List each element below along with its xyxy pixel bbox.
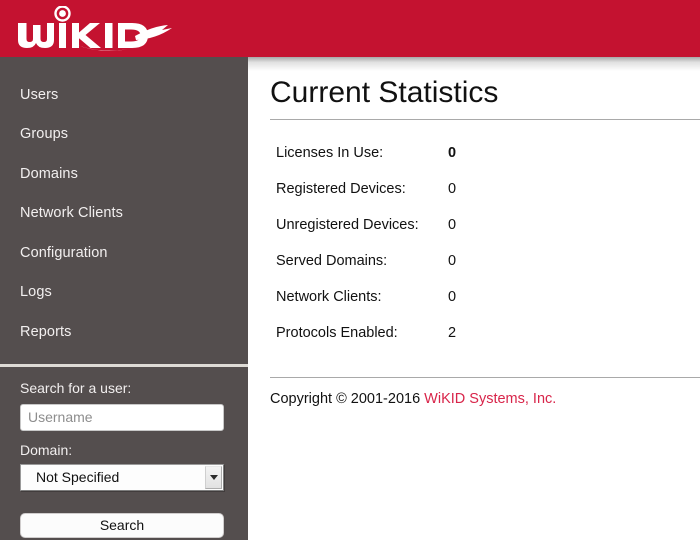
sidebar-item-reports[interactable]: Reports bbox=[0, 312, 248, 352]
sidebar-item-users[interactable]: Users bbox=[0, 75, 248, 115]
main-content: Current Statistics Licenses In Use: 0 Re… bbox=[248, 57, 700, 540]
stat-label-served-domains: Served Domains: bbox=[276, 253, 388, 269]
stat-row: Licenses In Use: 0 bbox=[248, 145, 700, 181]
company-link[interactable]: WiKID Systems, Inc. bbox=[424, 391, 556, 407]
wikid-logo-icon bbox=[18, 5, 172, 51]
stat-row: Unregistered Devices: 0 bbox=[248, 217, 700, 253]
sidebar: Users Groups Domains Network Clients Con… bbox=[0, 57, 248, 540]
username-search-input[interactable] bbox=[20, 403, 224, 431]
footer-divider bbox=[270, 377, 700, 378]
domain-select-value: Not Specified bbox=[36, 469, 120, 485]
copyright-notice: Copyright © 2001-2016 WiKID Systems, Inc… bbox=[270, 390, 556, 408]
sidebar-nav: Users Groups Domains Network Clients Con… bbox=[0, 57, 248, 352]
statistics-list: Licenses In Use: 0 Registered Devices: 0… bbox=[248, 145, 700, 361]
stat-label-protocols-enabled: Protocols Enabled: bbox=[276, 325, 398, 341]
page-title: Current Statistics bbox=[270, 76, 499, 109]
sidebar-item-groups[interactable]: Groups bbox=[0, 115, 248, 155]
copyright-text: Copyright © 2001-2016 bbox=[270, 391, 421, 407]
user-search-panel: Search for a user: Domain: Not Specified… bbox=[0, 367, 248, 538]
stat-row: Served Domains: 0 bbox=[248, 253, 700, 289]
stat-row: Registered Devices: 0 bbox=[248, 181, 700, 217]
search-panel-heading: Search for a user: bbox=[20, 379, 132, 396]
sidebar-item-network-clients[interactable]: Network Clients bbox=[0, 194, 248, 234]
content-top-shadow bbox=[248, 57, 700, 71]
domain-select[interactable]: Not Specified bbox=[20, 463, 224, 491]
search-button[interactable]: Search bbox=[20, 512, 224, 538]
stat-label-unregistered-devices: Unregistered Devices: bbox=[276, 217, 419, 233]
sidebar-item-domains[interactable]: Domains bbox=[0, 154, 248, 194]
stat-row: Protocols Enabled: 2 bbox=[248, 325, 700, 361]
sidebar-item-configuration[interactable]: Configuration bbox=[0, 233, 248, 273]
stat-label-licenses-in-use: Licenses In Use: bbox=[276, 145, 384, 161]
title-divider bbox=[270, 119, 700, 120]
app-header bbox=[0, 0, 700, 57]
domain-select-wrapper: Not Specified bbox=[20, 463, 224, 491]
wikid-admin-page: Users Groups Domains Network Clients Con… bbox=[0, 0, 700, 540]
stat-row: Network Clients: 0 bbox=[248, 289, 700, 325]
stat-value-registered-devices: 0 bbox=[448, 181, 457, 197]
chevron-down-icon[interactable] bbox=[205, 465, 222, 489]
stat-value-protocols-enabled: 2 bbox=[448, 325, 457, 341]
domain-field-label: Domain: bbox=[20, 441, 73, 458]
sidebar-item-logs[interactable]: Logs bbox=[0, 273, 248, 313]
stat-value-licenses-in-use: 0 bbox=[448, 145, 457, 161]
wikid-logo bbox=[14, 5, 184, 54]
stat-label-registered-devices: Registered Devices: bbox=[276, 181, 406, 197]
stat-label-network-clients: Network Clients: bbox=[276, 289, 382, 305]
stat-value-served-domains: 0 bbox=[448, 253, 457, 269]
stat-value-unregistered-devices: 0 bbox=[448, 217, 457, 233]
stat-value-network-clients: 0 bbox=[448, 289, 457, 305]
